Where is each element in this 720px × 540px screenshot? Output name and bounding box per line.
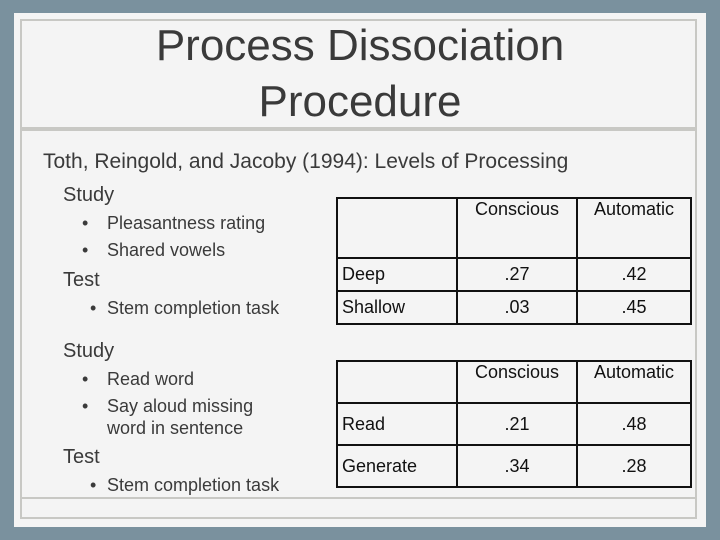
generation-effect-table: Conscious Automatic Read .21 .48 Generat…	[336, 360, 692, 488]
row-label: Read	[336, 402, 458, 446]
row-label: Shallow	[336, 290, 458, 325]
exp2-study-item: Say aloud missing	[107, 396, 254, 416]
exp2-study-item: Read word	[107, 369, 195, 389]
slide-title: Process Dissociation Procedure	[0, 18, 720, 130]
cell-automatic: .45	[576, 290, 692, 325]
bullet-icon: •	[90, 475, 97, 495]
table-header-row: Conscious Automatic	[336, 197, 692, 259]
exp1-study-item: Pleasantness rating	[107, 213, 266, 233]
row-label: Deep	[336, 257, 458, 292]
exp1-study-item: Shared vowels	[107, 240, 226, 260]
table-row: Deep .27 .42	[336, 257, 692, 292]
row-label: Generate	[336, 444, 458, 488]
title-line-1: Process Dissociation	[155, 21, 565, 70]
title-line-2: Procedure	[258, 77, 462, 126]
exp2-study-item-continued: word in sentence	[107, 418, 244, 438]
cell-automatic: .48	[576, 402, 692, 446]
slide-subtitle: Toth, Reingold, and Jacoby (1994): Level…	[43, 150, 569, 173]
bullet-icon: •	[90, 298, 97, 318]
exp1-study-label: Study	[63, 184, 115, 206]
exp1-test-label: Test	[63, 269, 100, 291]
bullet-icon: •	[82, 240, 89, 260]
header-automatic: Automatic	[576, 360, 692, 404]
exp1-test-item: Stem completion task	[107, 298, 280, 318]
cell-conscious: .27	[456, 257, 578, 292]
cell-conscious: .34	[456, 444, 578, 488]
header-automatic: Automatic	[576, 197, 692, 259]
bullet-icon: •	[82, 369, 89, 389]
cell-automatic: .42	[576, 257, 692, 292]
exp2-test-item: Stem completion task	[107, 475, 280, 495]
cell-automatic: .28	[576, 444, 692, 488]
table-header-row: Conscious Automatic	[336, 360, 692, 404]
header-conscious: Conscious	[456, 197, 578, 259]
footer-separator	[20, 497, 697, 499]
table-row: Read .21 .48	[336, 402, 692, 446]
table-row: Generate .34 .28	[336, 444, 692, 488]
table-corner-cell	[336, 197, 458, 259]
cell-conscious: .21	[456, 402, 578, 446]
levels-of-processing-table: Conscious Automatic Deep .27 .42 Shallow…	[336, 197, 692, 325]
bullet-icon: •	[82, 396, 89, 416]
table-row: Shallow .03 .45	[336, 290, 692, 325]
header-conscious: Conscious	[456, 360, 578, 404]
table-corner-cell	[336, 360, 458, 404]
cell-conscious: .03	[456, 290, 578, 325]
exp2-study-label: Study	[63, 340, 115, 362]
bullet-icon: •	[82, 213, 89, 233]
exp2-test-label: Test	[63, 446, 100, 468]
